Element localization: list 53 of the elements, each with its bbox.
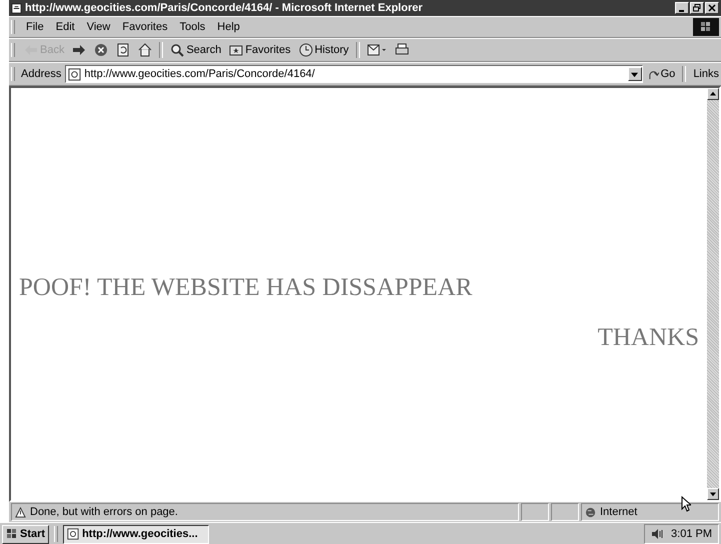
- close-icon: [708, 4, 716, 12]
- up-caret-icon: [710, 91, 716, 97]
- history-button[interactable]: History: [296, 43, 352, 57]
- window-title: http://www.geocities.com/Paris/Concorde/4164/ - Microsoft Internet Explorer: [25, 2, 424, 14]
- home-icon: [138, 43, 152, 57]
- address-label: Address: [21, 68, 62, 80]
- windows-logo-icon: [693, 18, 719, 36]
- clock: 3:01 PM: [671, 528, 712, 540]
- favorites-button[interactable]: Favorites: [226, 43, 294, 57]
- thanks-text: THANKS: [598, 324, 699, 352]
- restore-button[interactable]: [690, 2, 704, 14]
- close-button[interactable]: [705, 2, 719, 14]
- curved-arrow-icon: [648, 68, 659, 80]
- page-icon: [68, 68, 82, 80]
- printer-icon: [394, 43, 409, 57]
- right-arrow-icon: [72, 44, 86, 56]
- caret-icon: [631, 70, 638, 78]
- start-button[interactable]: Start: [2, 524, 50, 544]
- go-button[interactable]: Go: [644, 68, 678, 80]
- menu-item[interactable]: View: [82, 21, 116, 33]
- zone-label: Internet: [600, 506, 638, 518]
- minimize-button[interactable]: [675, 2, 689, 14]
- windows-logo-icon: [6, 528, 18, 540]
- menu-item[interactable]: Tools: [174, 21, 210, 33]
- clock-icon: [298, 43, 313, 57]
- menu-item[interactable]: Edit: [50, 21, 80, 33]
- links-button[interactable]: Links: [690, 68, 719, 80]
- dropdown-button[interactable]: [628, 67, 642, 81]
- star-folder-icon: [229, 43, 244, 57]
- status-panel: [551, 503, 579, 521]
- speaker-icon[interactable]: [651, 528, 664, 540]
- envelope-icon: [366, 43, 387, 57]
- warning-icon: [15, 506, 26, 518]
- address-box[interactable]: http://www.geocities.com/Paris/Concorde/4164/: [65, 65, 643, 83]
- globe-icon: [585, 506, 596, 518]
- menu-item[interactable]: File: [21, 21, 49, 33]
- scrollbar[interactable]: [707, 88, 719, 500]
- scroll-down-button[interactable]: [707, 488, 719, 500]
- refresh-icon: [116, 43, 130, 57]
- status-message: Done, but with errors on page.: [30, 506, 178, 518]
- browser-icon: [11, 2, 22, 14]
- page-icon: [67, 528, 80, 540]
- restore-icon: [693, 4, 701, 12]
- menu-item[interactable]: Favorites: [117, 21, 173, 33]
- down-caret-icon: [710, 491, 716, 497]
- search-button[interactable]: Search: [167, 43, 224, 57]
- stop-icon: [94, 43, 108, 57]
- menu-item[interactable]: Help: [212, 21, 245, 33]
- taskbar-task[interactable]: http://www.geocities...: [63, 524, 210, 544]
- status-panel: [521, 503, 549, 521]
- page-heading: POOF! THE WEBSITE HAS DISSAPPEAR: [19, 274, 474, 302]
- search-icon: [170, 43, 184, 57]
- scroll-up-button[interactable]: [707, 88, 719, 100]
